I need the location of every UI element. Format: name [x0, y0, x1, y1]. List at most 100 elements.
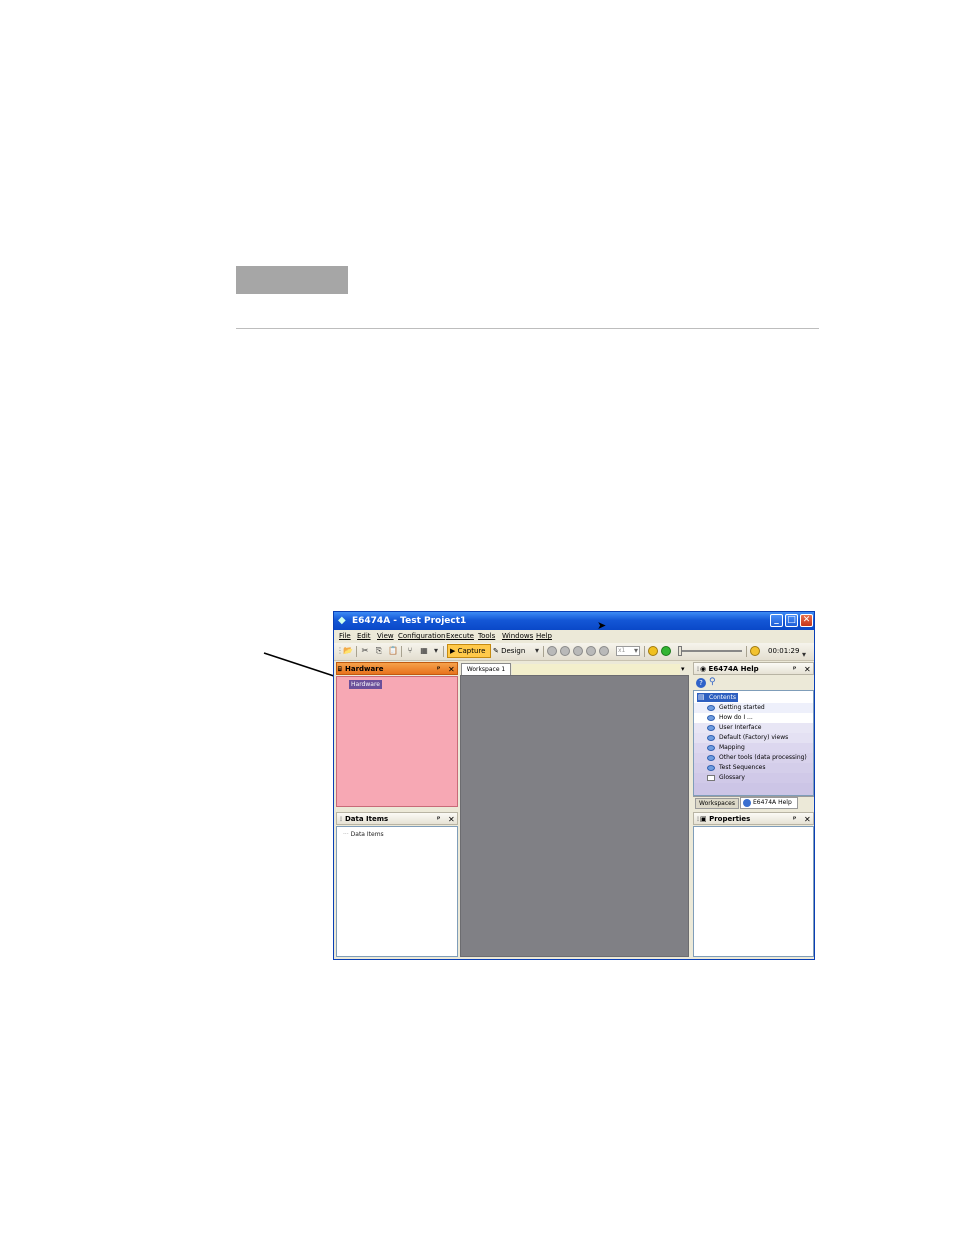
tab-e6474a-help[interactable]: E6474A Help — [740, 797, 798, 809]
data-items-tree-label: Data Items — [350, 831, 384, 838]
open-folder-icon[interactable]: 📂 — [342, 645, 354, 657]
close-icon[interactable]: ✕ — [804, 663, 811, 676]
menu-windows[interactable]: Windows — [502, 630, 533, 643]
toolbar-grip: ⋮ — [336, 646, 344, 655]
help-panel-title: ◉ E6474A Help — [700, 665, 759, 673]
data-items-panel-title: Data Items — [345, 815, 389, 823]
help-topic-icon — [707, 725, 715, 731]
playback-slider-track[interactable] — [678, 650, 742, 652]
help-topic-icon — [707, 745, 715, 751]
help-topic-icon — [707, 705, 715, 711]
menu-view[interactable]: View — [377, 630, 394, 643]
lightning-icon[interactable] — [648, 646, 658, 656]
chevron-down-icon[interactable]: ▾ — [681, 663, 685, 675]
pin-icon[interactable]: ᵖ — [793, 663, 796, 676]
menu-execute[interactable]: Execute — [446, 630, 474, 643]
step-back-icon[interactable] — [586, 646, 596, 656]
design-button[interactable]: ✎ Design — [493, 645, 533, 657]
playback-slider-thumb[interactable] — [678, 646, 682, 656]
app-window: ◆ E6474A - Test Project1 ➤ _ □ ✕ File Ed… — [333, 611, 815, 960]
close-icon[interactable]: ✕ — [804, 813, 811, 826]
stop-icon[interactable] — [573, 646, 583, 656]
tab-workspace-1[interactable]: Workspace 1 — [461, 663, 511, 675]
data-items-tree-node[interactable]: ··· Data Items — [343, 830, 384, 839]
hardware-panel-header[interactable]: ⌸ Hardware ᵖ ✕ — [336, 662, 458, 675]
capture-label: Capture — [457, 647, 486, 655]
properties-panel-title: ▣ Properties — [700, 815, 751, 823]
help-item-glossary[interactable]: Glossary — [694, 773, 813, 783]
help-item-how-do-i[interactable]: How do I ... — [694, 713, 813, 723]
close-icon[interactable]: ✕ — [448, 663, 455, 676]
help-contents-label: Contents — [709, 694, 736, 701]
help-search-icon[interactable]: ⚲ — [709, 677, 716, 687]
toolbar-separator — [746, 646, 747, 657]
toolbar-overflow-icon[interactable]: ▾ — [800, 649, 808, 661]
minimize-button[interactable]: _ — [770, 614, 783, 627]
callout-arrow-line — [263, 652, 341, 679]
pin-icon[interactable]: ᵖ — [437, 813, 440, 826]
hardware-panel-body: Hardware — [336, 676, 458, 807]
copy-icon[interactable]: ⎘ — [373, 645, 385, 657]
horizontal-rule — [236, 328, 819, 329]
pin-icon[interactable]: ᵖ — [793, 813, 796, 826]
help-toolbar: ? ⚲ — [693, 676, 814, 690]
workspace-tab-strip — [512, 664, 680, 675]
hardware-tree-node[interactable]: Hardware — [349, 680, 382, 689]
menu-help[interactable]: Help — [536, 630, 552, 643]
help-topic-icon — [707, 735, 715, 741]
close-icon[interactable]: ✕ — [448, 813, 455, 826]
help-tab-strip: Workspaces E6474A Help — [693, 796, 814, 809]
help-tree-empty-area — [694, 783, 813, 795]
paste-icon[interactable]: 📋 — [387, 645, 399, 657]
workspace-canvas[interactable] — [460, 675, 689, 957]
toolbar-overflow-icon[interactable]: ▾ — [432, 645, 440, 657]
play-icon[interactable] — [547, 646, 557, 656]
maximize-button[interactable]: □ — [785, 614, 798, 627]
help-item-mapping[interactable]: Mapping — [694, 743, 813, 753]
close-button[interactable]: ✕ — [800, 614, 813, 627]
menu-configuration[interactable]: Configuration — [398, 630, 445, 643]
menu-file[interactable]: File — [339, 630, 351, 643]
pin-icon[interactable]: ᵖ — [437, 663, 440, 676]
help-panel-title-text: E6474A Help — [708, 665, 759, 673]
help-item-other-tools[interactable]: Other tools (data processing) — [694, 753, 813, 763]
clock-icon — [750, 646, 760, 656]
help-item-user-interface[interactable]: User Interface — [694, 723, 813, 733]
help-home-icon[interactable]: ? — [696, 678, 706, 688]
help-contents-tree: ▤ Contents Getting started How do I ... U… — [693, 690, 814, 796]
help-contents-root[interactable]: ▤ Contents — [697, 693, 738, 702]
data-items-panel-body: ··· Data Items — [336, 826, 458, 957]
book-icon: ▤ — [698, 693, 705, 701]
help-panel-header[interactable]: ⋮ ◉ E6474A Help ᵖ ✕ — [693, 662, 814, 675]
help-topic-icon — [707, 755, 715, 761]
toolbar-separator — [356, 646, 357, 657]
main-toolbar: ⋮ 📂 ✂ ⎘ 📋 ⑂ ▦ ▾ ▶ Capture ✎ Design ▾ x1 … — [334, 643, 814, 661]
capture-button[interactable]: ▶ Capture — [447, 644, 491, 658]
grip-icon: ⋮ — [338, 816, 344, 823]
cut-icon[interactable]: ✂ — [359, 645, 371, 657]
toolbar-overflow-icon[interactable]: ▾ — [533, 645, 541, 657]
title-bar[interactable]: ◆ E6474A - Test Project1 ➤ _ □ ✕ — [334, 612, 814, 631]
step-forward-icon[interactable] — [599, 646, 609, 656]
help-item-default-views[interactable]: Default (Factory) views — [694, 733, 813, 743]
toolbar-separator — [644, 646, 645, 657]
toolbar-separator — [443, 646, 444, 657]
help-item-getting-started[interactable]: Getting started — [694, 703, 813, 713]
tree-line-icon: ··· — [343, 831, 349, 838]
status-led-icon — [661, 646, 671, 656]
menu-edit[interactable]: Edit — [357, 630, 371, 643]
help-item-test-sequences[interactable]: Test Sequences — [694, 763, 813, 773]
data-items-panel-header[interactable]: ⋮ Data Items ᵖ ✕ — [336, 812, 458, 825]
properties-panel-title-text: Properties — [709, 815, 751, 823]
tab-workspaces[interactable]: Workspaces — [695, 798, 739, 809]
toolbar-separator — [401, 646, 402, 657]
elapsed-time: 00:01:29 — [768, 647, 800, 655]
table-icon[interactable]: ▦ — [418, 645, 430, 657]
pause-icon[interactable] — [560, 646, 570, 656]
app-icon: ◆ — [338, 615, 346, 626]
network-icon[interactable]: ⑂ — [404, 645, 416, 657]
menu-tools[interactable]: Tools — [478, 630, 495, 643]
properties-panel-header[interactable]: ⋮ ▣ Properties ᵖ ✕ — [693, 812, 814, 825]
chevron-down-icon[interactable]: ▾ — [632, 645, 640, 657]
menu-bar: File Edit View Configuration Execute Too… — [334, 630, 814, 643]
